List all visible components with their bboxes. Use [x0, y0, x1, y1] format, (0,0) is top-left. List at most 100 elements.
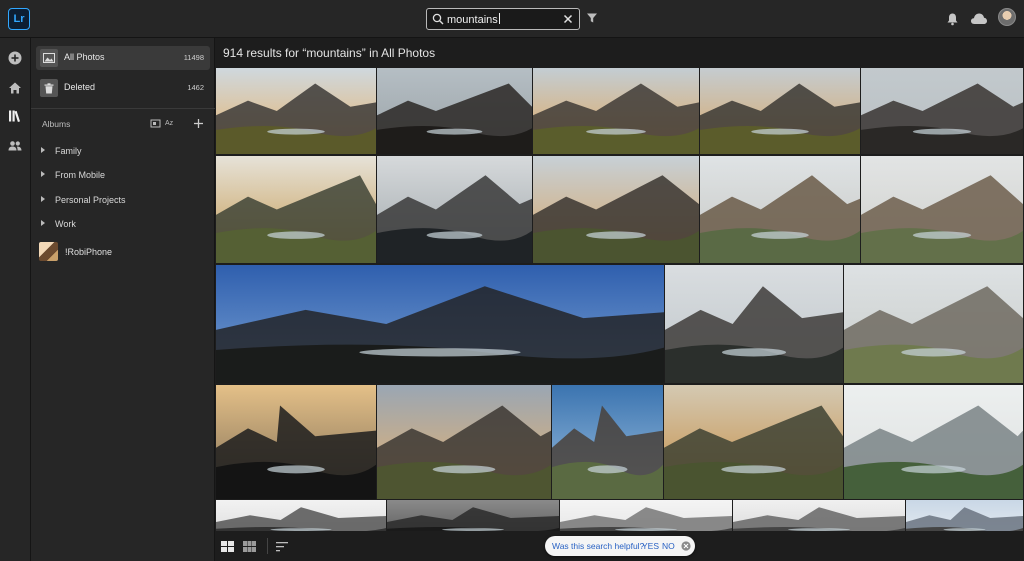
feedback-question: Was this search helpful?	[552, 541, 645, 551]
landscape-image	[387, 500, 559, 533]
album-view-icon[interactable]	[150, 118, 161, 129]
photo-thumbnail[interactable]	[700, 156, 860, 263]
photo-thumbnail[interactable]	[664, 385, 843, 499]
photo-thumbnail[interactable]	[844, 385, 1023, 499]
photo-thumbnail[interactable]	[533, 68, 699, 154]
landscape-image	[533, 156, 699, 263]
photo-thumbnail[interactable]	[665, 265, 843, 383]
feedback-no-button[interactable]: NO	[662, 541, 675, 551]
album-label: From Mobile	[55, 170, 106, 180]
search-input[interactable]: mountains	[447, 13, 500, 26]
photo-thumbnail[interactable]	[377, 156, 532, 263]
landscape-image	[844, 265, 1023, 383]
library-sidebar: All Photos 11498 Deleted 1462 Albums Az …	[31, 38, 215, 561]
text-caret	[498, 13, 500, 24]
landscape-image	[665, 265, 843, 383]
photo-thumbnail[interactable]	[861, 156, 1023, 263]
landscape-image	[861, 68, 1023, 154]
landscape-image	[664, 385, 843, 499]
photo-thumbnail[interactable]	[733, 500, 905, 533]
bell-icon[interactable]	[946, 12, 959, 26]
photo-thumbnail[interactable]	[216, 156, 376, 263]
sidebar-item-all-photos[interactable]: All Photos 11498	[36, 46, 210, 70]
photo-thumbnail[interactable]	[906, 500, 1023, 533]
album-label: Personal Projects	[55, 195, 126, 205]
expand-icon[interactable]	[41, 196, 45, 202]
photo-thumbnail[interactable]	[377, 385, 551, 499]
people-icon[interactable]	[7, 138, 23, 154]
add-icon[interactable]	[7, 50, 23, 66]
feedback-yes-button[interactable]: YES	[642, 541, 659, 551]
photo-thumbnail[interactable]	[387, 500, 559, 533]
close-icon[interactable]	[681, 541, 691, 551]
library-icon[interactable]	[7, 108, 23, 124]
photo-thumbnail[interactable]	[560, 500, 732, 533]
album-work[interactable]: Work	[41, 219, 76, 229]
landscape-image	[861, 156, 1023, 263]
expand-icon[interactable]	[41, 171, 45, 177]
cloud-icon[interactable]	[970, 12, 988, 25]
landscape-image	[533, 68, 699, 154]
home-icon[interactable]	[7, 80, 23, 96]
photo-grid-view: 914 results for “mountains” in All Photo…	[215, 38, 1024, 561]
expand-icon[interactable]	[41, 147, 45, 153]
left-rail	[0, 38, 31, 561]
results-title: 914 results for “mountains” in All Photo…	[223, 46, 436, 60]
lightroom-app: Lr mountains All Photos 11498 Deleted 14…	[0, 0, 1024, 561]
photo-thumbnail[interactable]	[216, 68, 376, 154]
album-from-mobile[interactable]: From Mobile	[41, 170, 105, 180]
photo-thumbnail[interactable]	[216, 500, 386, 533]
photo-thumbnail[interactable]	[216, 265, 664, 383]
landscape-image	[216, 265, 664, 383]
search-feedback-toast: Was this search helpful? YES NO	[545, 536, 695, 556]
landscape-image	[377, 385, 551, 499]
grid-view-small-icon[interactable]	[243, 541, 256, 552]
sort-az-icon[interactable]: Az	[165, 120, 179, 131]
landscape-image	[216, 68, 376, 154]
photos-icon	[40, 49, 58, 67]
trash-icon	[40, 79, 58, 97]
device-label: !RobiPhone	[65, 247, 113, 257]
photo-thumbnail[interactable]	[533, 156, 699, 263]
landscape-image	[906, 500, 1023, 533]
sidebar-divider	[31, 108, 215, 109]
clear-icon[interactable]	[562, 13, 574, 25]
album-family[interactable]: Family	[41, 146, 82, 156]
search-value: mountains	[447, 14, 498, 26]
landscape-image	[733, 500, 905, 533]
sidebar-item-label: All Photos	[64, 52, 105, 62]
photo-thumbnail[interactable]	[552, 385, 663, 499]
sidebar-item-label: Deleted	[64, 82, 96, 92]
add-album-icon[interactable]	[193, 118, 204, 129]
landscape-image	[377, 68, 532, 154]
landscape-image	[700, 156, 860, 263]
photo-thumbnail[interactable]	[377, 68, 532, 154]
avatar[interactable]	[998, 8, 1016, 26]
album-label: Work	[55, 219, 76, 229]
album-personal-projects[interactable]: Personal Projects	[41, 195, 126, 205]
albums-heading: Albums	[42, 119, 71, 129]
landscape-image	[844, 385, 1023, 499]
sidebar-item-count: 11498	[183, 53, 204, 62]
search-icon	[432, 13, 444, 25]
photo-grid	[215, 67, 1024, 533]
device-thumbnail	[39, 242, 58, 261]
landscape-image	[216, 500, 386, 533]
photo-thumbnail[interactable]	[861, 68, 1023, 154]
lightroom-logo[interactable]: Lr	[8, 8, 30, 30]
landscape-image	[700, 68, 860, 154]
expand-icon[interactable]	[41, 220, 45, 226]
photo-thumbnail[interactable]	[700, 68, 860, 154]
photo-thumbnail[interactable]	[216, 385, 376, 499]
album-label: Family	[55, 146, 82, 156]
landscape-image	[216, 385, 376, 499]
sidebar-item-deleted[interactable]: Deleted 1462	[36, 76, 210, 100]
grid-view-large-icon[interactable]	[221, 541, 234, 552]
filter-icon[interactable]	[586, 12, 598, 24]
top-bar: Lr mountains	[0, 0, 1024, 38]
search-box[interactable]: mountains	[426, 8, 580, 30]
sidebar-item-count: 1462	[187, 83, 204, 92]
photo-thumbnail[interactable]	[844, 265, 1023, 383]
sort-icon[interactable]	[276, 541, 289, 552]
landscape-image	[560, 500, 732, 533]
